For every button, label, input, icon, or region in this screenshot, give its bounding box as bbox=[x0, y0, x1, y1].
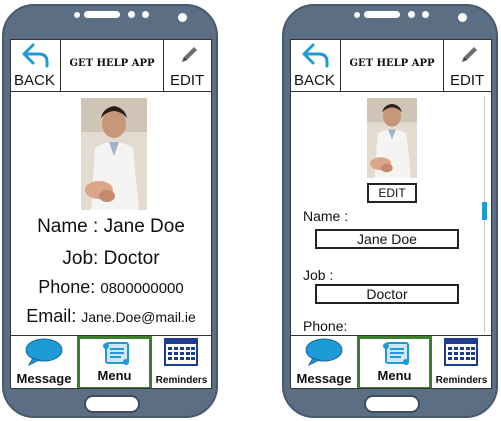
job-field-label: Job : bbox=[303, 267, 334, 283]
home-button[interactable] bbox=[84, 395, 140, 413]
phone-value: 0800000000 bbox=[100, 280, 184, 297]
menu-button[interactable]: Menu bbox=[77, 336, 152, 388]
menu-button[interactable]: Menu bbox=[357, 336, 432, 388]
phone-profile-view: BACK GET HELP APP EDIT Name: Jane Doe J… bbox=[2, 4, 218, 418]
name-field-label: Name : bbox=[303, 208, 349, 224]
profile-phone: Phone: 0800000000 bbox=[11, 277, 211, 298]
app-title: GET HELP APP bbox=[69, 58, 155, 69]
screen: BACK GET HELP APP EDIT bbox=[10, 39, 212, 389]
edit-button-label: EDIT bbox=[450, 72, 485, 89]
phone-label: Phone: bbox=[38, 277, 101, 297]
pencil-icon bbox=[458, 44, 480, 71]
edit-button[interactable]: EDIT bbox=[163, 40, 211, 92]
name-field[interactable]: Jane Doe bbox=[315, 229, 459, 249]
app-header: BACK GET HELP APP EDIT bbox=[291, 40, 491, 92]
back-arrow-icon bbox=[301, 42, 331, 73]
profile-photo bbox=[81, 98, 147, 210]
sensor-dot bbox=[142, 11, 149, 18]
back-button-label: BACK bbox=[14, 72, 55, 89]
sensor-dot bbox=[128, 11, 135, 18]
job-field[interactable]: Doctor bbox=[315, 284, 459, 304]
back-button[interactable]: BACK bbox=[11, 40, 61, 92]
sensor-dot bbox=[408, 11, 415, 18]
profile-email: Email: Jane.Doe@mail.ie bbox=[11, 306, 211, 327]
scrollbar-thumb[interactable] bbox=[482, 202, 487, 220]
earpiece-speaker bbox=[84, 11, 120, 18]
app-title: GET HELP APP bbox=[349, 58, 435, 69]
edit-button-label: EDIT bbox=[170, 72, 205, 89]
reminders-label: Reminders bbox=[435, 375, 488, 386]
phone-field-label: Phone: bbox=[303, 318, 348, 334]
sensor-dot bbox=[354, 12, 360, 18]
phone-profile-edit: BACK GET HELP APP EDIT EDIT Name: Jane … bbox=[282, 4, 498, 418]
message-label: Message bbox=[16, 371, 72, 386]
calendar-icon bbox=[164, 338, 198, 371]
earpiece-speaker bbox=[364, 11, 400, 18]
menu-label: Menu bbox=[97, 368, 132, 383]
menu-label: Menu bbox=[377, 368, 412, 383]
front-camera bbox=[178, 13, 187, 22]
back-arrow-icon bbox=[21, 42, 51, 73]
profile-photo bbox=[367, 98, 417, 178]
sensor-dot bbox=[74, 12, 80, 18]
pencil-icon bbox=[178, 44, 200, 71]
reminders-button[interactable]: Reminders bbox=[152, 336, 211, 388]
email-label: Email: bbox=[26, 306, 82, 326]
speech-bubble-icon bbox=[24, 338, 64, 371]
speech-bubble-icon bbox=[304, 338, 344, 371]
calendar-icon bbox=[444, 338, 478, 371]
email-value: Jane.Doe@mail.ie bbox=[81, 309, 196, 325]
back-button[interactable]: BACK bbox=[291, 40, 341, 92]
edit-photo-button[interactable]: EDIT bbox=[367, 183, 417, 203]
reminders-label: Reminders bbox=[155, 375, 208, 386]
edit-button[interactable]: EDIT bbox=[443, 40, 491, 92]
sensor-dot bbox=[422, 11, 429, 18]
front-camera bbox=[458, 13, 467, 22]
reminders-button[interactable]: Reminders bbox=[432, 336, 491, 388]
bottom-nav: Message Menu Reminders bbox=[291, 335, 491, 388]
home-button[interactable] bbox=[364, 395, 420, 413]
back-button-label: BACK bbox=[294, 72, 335, 89]
screen: BACK GET HELP APP EDIT bbox=[290, 39, 492, 389]
profile-job: Job: Doctor bbox=[62, 248, 160, 269]
bottom-nav: Message Menu Reminders bbox=[11, 335, 211, 388]
profile-name: Name : Jane Doe bbox=[37, 216, 185, 237]
message-button[interactable]: Message bbox=[291, 336, 357, 388]
message-button[interactable]: Message bbox=[11, 336, 77, 388]
message-label: Message bbox=[296, 371, 352, 386]
app-header: BACK GET HELP APP EDIT bbox=[11, 40, 211, 92]
